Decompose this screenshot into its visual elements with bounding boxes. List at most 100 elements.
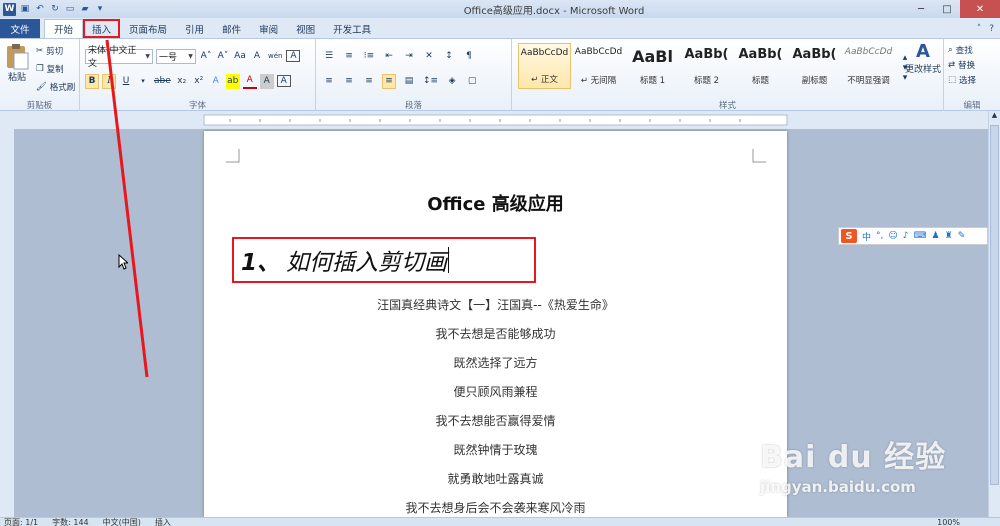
subscript-button[interactable]: x₂ [175,74,189,89]
tab-insert[interactable]: 插入 [83,19,121,38]
underline-button[interactable]: U [119,74,133,89]
cut-button[interactable]: ✂ 剪切 [36,45,63,57]
scroll-up-icon[interactable]: ▲ [989,111,1000,123]
tab-file[interactable]: 文件 [0,19,40,38]
clipboard-group-label: 剪贴板 [26,101,53,111]
find-button[interactable]: ⌕ 查找 [948,44,973,56]
change-styles-button[interactable]: A 更改样式 [902,41,944,75]
ime-mode-label[interactable]: 中 [862,230,871,243]
scrollbar-thumb[interactable] [990,125,999,485]
user-icon[interactable]: ♟ [932,231,940,241]
shrink-font-button[interactable]: A˅ [216,49,230,64]
close-button[interactable]: ✕ [960,0,1000,18]
style-normal[interactable]: AaBbCcDd ↵ 正文 [518,43,571,89]
format-painter-button[interactable]: 🖌 格式刷 [36,81,75,93]
open-folder-icon[interactable]: ▰ [79,3,91,15]
help-icon[interactable]: ? [989,24,994,34]
change-case-button[interactable]: Aa [233,49,247,64]
emoji-icon[interactable]: ☺ [888,231,897,241]
page-count[interactable]: 页面: 1/1 [4,518,38,526]
clear-format-button[interactable]: A [250,49,264,64]
increase-indent-icon[interactable]: ⇥ [402,49,416,64]
justify-icon[interactable]: ≡ [382,73,396,89]
font-size-select[interactable]: 一号 ▼ [156,48,196,64]
strikethrough-button[interactable]: abe [153,74,172,89]
show-marks-icon[interactable]: ¶ [462,49,476,64]
minimize-button[interactable]: ─ [908,0,934,18]
tab-developer[interactable]: 开发工具 [324,19,380,38]
change-styles-icon: A [916,41,930,62]
style-heading-1[interactable]: AaBl 标题 1 [626,43,679,89]
enclose-char-button[interactable]: A [286,50,301,62]
undo-icon[interactable]: ↶ [34,3,46,15]
multilevel-list-icon[interactable]: ⁝≡ [362,49,376,64]
font-name-select[interactable]: 宋体(中文正文 ▼ [85,46,153,69]
vertical-scrollbar[interactable]: ▲ [988,111,1000,517]
tab-view[interactable]: 视图 [287,19,324,38]
sort-icon[interactable]: ↕ [442,49,456,64]
tab-review[interactable]: 审阅 [250,19,287,38]
vertical-ruler [0,129,14,517]
align-center-icon[interactable]: ≡ [342,74,356,89]
char-shading-icon[interactable]: A [259,73,274,89]
style-heading-2[interactable]: AaBb( 标题 2 [680,43,733,89]
paste-icon [7,44,29,70]
new-doc-icon[interactable]: ▭ [64,3,76,15]
bold-button[interactable]: B [85,73,99,89]
paste-button[interactable]: 粘贴 [4,42,30,83]
tab-mailings[interactable]: 邮件 [213,19,250,38]
tab-page-layout[interactable]: 页面布局 [120,19,176,38]
line-spacing-icon[interactable]: ↕≡ [422,74,439,89]
window-title: Office高级应用.docx - Microsoft Word [463,5,645,17]
document-page[interactable]: Office 高级应用 1、 如何插入剪切画 汪国真经典诗文【一】汪国真--《热… [204,131,787,517]
shading-icon[interactable]: ◈ [445,74,459,89]
superscript-button[interactable]: x² [192,74,206,89]
zoom-level[interactable]: 100% [937,518,960,526]
tab-references[interactable]: 引用 [176,19,213,38]
language-indicator[interactable]: 中文(中国) [103,518,141,526]
microphone-icon[interactable]: ♪ [903,231,909,241]
redo-icon[interactable]: ↻ [49,3,61,15]
tab-home[interactable]: 开始 [44,19,84,38]
italic-button[interactable]: I [102,73,116,89]
settings-icon[interactable]: ✎ [958,231,966,241]
punctuation-icon[interactable]: °, [876,231,883,241]
copy-button[interactable]: ❐ 复制 [36,63,64,75]
style-no-spacing[interactable]: AaBbCcDd ↵ 无间隔 [572,43,625,89]
document-heading-highlighted[interactable]: 1、 如何插入剪切画 [232,237,536,283]
align-right-icon[interactable]: ≡ [362,74,376,89]
editing-group: ⌕ 查找 ⇄ 替换 ⬚ 选择 编辑 [944,39,1000,112]
word-app-icon[interactable]: W [3,2,16,16]
maximize-button[interactable]: □ [934,0,960,18]
skin-icon[interactable]: ♜ [945,231,953,241]
font-color-icon[interactable]: A [242,74,257,89]
replace-button[interactable]: ⇄ 替换 [948,59,975,71]
borders-icon[interactable]: ▢ [465,74,479,89]
align-left-icon[interactable]: ≡ [322,74,336,89]
highlight-icon[interactable]: ab [225,73,240,89]
grow-font-button[interactable]: A˄ [199,49,213,64]
mouse-pointer-icon [118,254,128,270]
style-title[interactable]: AaBb( 标题 [734,43,787,89]
word-count[interactable]: 字数: 144 [52,518,89,526]
keyboard-icon[interactable]: ⌨ [914,231,927,241]
select-button[interactable]: ⬚ 选择 [948,74,976,86]
minimize-ribbon-icon[interactable]: ˄ [977,24,982,34]
save-icon[interactable]: ▣ [19,3,31,15]
distribute-icon[interactable]: ▤ [402,74,416,89]
copy-icon: ❐ [36,64,44,74]
numbering-icon[interactable]: ≡ [342,49,356,64]
asian-layout-icon[interactable]: ✕ [422,49,436,64]
ime-toolbar[interactable]: S 中 °, ☺ ♪ ⌨ ♟ ♜ ✎ [838,227,988,245]
qat-dropdown-icon[interactable]: ▾ [94,3,106,15]
bullets-icon[interactable]: ☰ [322,49,336,64]
text-effects-icon[interactable]: A [209,74,223,89]
style-subtle-emphasis[interactable]: AaBbCcDd 不明显强调 [842,43,895,89]
clipboard-group: 粘贴 ✂ 剪切 ❐ 复制 🖌 格式刷 剪贴板 [0,39,80,112]
decrease-indent-icon[interactable]: ⇤ [382,49,396,64]
char-border-icon[interactable]: A [276,75,291,87]
style-subtitle[interactable]: AaBb( 副标题 [788,43,841,89]
insert-mode[interactable]: 插入 [155,518,171,526]
phonetic-guide-button[interactable]: wén [267,49,283,64]
heading-number: 1、 [241,250,281,276]
